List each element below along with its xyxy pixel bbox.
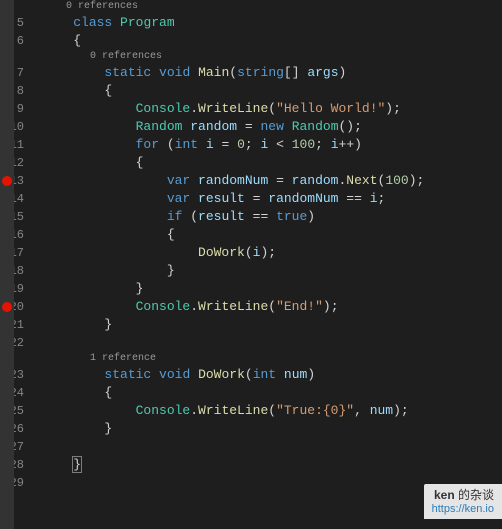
watermark-rest: 的杂谈 xyxy=(455,488,494,502)
watermark-bold: ken xyxy=(434,488,455,502)
code-line[interactable]: { xyxy=(42,384,502,402)
code-line[interactable]: { xyxy=(42,82,502,100)
code-line[interactable]: Console.WriteLine("End!"); xyxy=(42,298,502,316)
code-line[interactable]: { xyxy=(42,154,502,172)
code-line[interactable]: var result = randomNum == i; xyxy=(42,190,502,208)
code-line[interactable]: } xyxy=(42,420,502,438)
code-editor[interactable]: 5678910111213141516171819202122232425262… xyxy=(0,0,502,529)
breakpoint-icon[interactable] xyxy=(2,302,12,312)
breakpoint-icon[interactable] xyxy=(2,176,12,186)
code-line[interactable]: { xyxy=(42,32,502,50)
code-line[interactable]: } xyxy=(42,280,502,298)
code-line[interactable] xyxy=(42,438,502,456)
code-line[interactable]: } xyxy=(42,316,502,334)
code-line[interactable]: Random random = new Random(); xyxy=(42,118,502,136)
code-line[interactable]: Console.WriteLine("True:{0}", num); xyxy=(42,402,502,420)
code-line[interactable]: Console.WriteLine("Hello World!"); xyxy=(42,100,502,118)
watermark-url: https://ken.io xyxy=(432,503,494,517)
codelens[interactable]: 0 references xyxy=(42,50,502,64)
code-line[interactable]: class Program xyxy=(42,14,502,32)
code-line[interactable] xyxy=(42,334,502,352)
watermark: ken 的杂谈 https://ken.io xyxy=(424,484,502,519)
code-line[interactable]: var randomNum = random.Next(100); xyxy=(42,172,502,190)
code-line[interactable]: { xyxy=(42,226,502,244)
codelens[interactable]: 1 reference xyxy=(42,352,502,366)
code-line[interactable]: } xyxy=(42,262,502,280)
code-line[interactable]: if (result == true) xyxy=(42,208,502,226)
codelens[interactable]: 0 references xyxy=(42,0,502,14)
code-line[interactable]: static void Main(string[] args) xyxy=(42,64,502,82)
code-line[interactable]: static void DoWork(int num) xyxy=(42,366,502,384)
code-area[interactable]: 0 references class Program { 0 reference… xyxy=(38,0,502,529)
gutter: 5678910111213141516171819202122232425262… xyxy=(0,0,38,529)
code-line[interactable]: } xyxy=(42,456,502,474)
breakpoint-column[interactable] xyxy=(0,0,14,529)
code-line[interactable]: DoWork(i); xyxy=(42,244,502,262)
code-line[interactable]: for (int i = 0; i < 100; i++) xyxy=(42,136,502,154)
